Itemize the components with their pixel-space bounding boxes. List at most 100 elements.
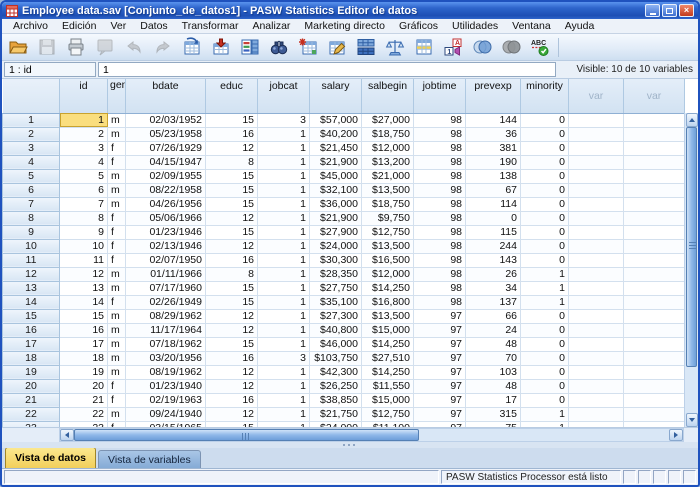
cell[interactable]: $36,000 — [310, 197, 362, 211]
cell[interactable]: 1 — [258, 393, 310, 407]
cell[interactable] — [569, 113, 624, 127]
cell[interactable]: 1 — [258, 379, 310, 393]
cell[interactable]: 98 — [414, 211, 466, 225]
cell[interactable]: 0 — [521, 337, 569, 351]
cell[interactable]: $14,250 — [362, 337, 414, 351]
cell[interactable] — [569, 351, 624, 365]
variables-button[interactable] — [237, 36, 262, 59]
cell[interactable]: $45,000 — [310, 169, 362, 183]
row-number[interactable]: 9 — [3, 225, 60, 239]
cell[interactable] — [569, 253, 624, 267]
cell[interactable]: $15,000 — [362, 393, 414, 407]
cell[interactable]: 10 — [60, 239, 108, 253]
cell[interactable]: $14,250 — [362, 281, 414, 295]
weight-cases-button[interactable] — [382, 36, 407, 59]
cell[interactable]: 02/07/1950 — [126, 253, 206, 267]
cell[interactable] — [569, 337, 624, 351]
cell[interactable]: m — [108, 351, 126, 365]
cell[interactable]: f — [108, 239, 126, 253]
cell[interactable]: $30,300 — [310, 253, 362, 267]
cell[interactable]: 67 — [466, 183, 521, 197]
cell[interactable] — [624, 239, 685, 253]
cell[interactable]: 1 — [521, 421, 569, 428]
cell[interactable]: 1 — [258, 267, 310, 281]
cell[interactable]: 1 — [258, 253, 310, 267]
cell[interactable]: 48 — [466, 337, 521, 351]
menu-analizar[interactable]: Analizar — [245, 19, 297, 33]
cell[interactable]: 15 — [206, 197, 258, 211]
cell[interactable]: 07/26/1929 — [126, 141, 206, 155]
cell[interactable]: m — [108, 183, 126, 197]
cell[interactable]: $27,750 — [310, 281, 362, 295]
cell[interactable]: 3 — [258, 351, 310, 365]
cell[interactable]: 7 — [60, 197, 108, 211]
column-header-var1[interactable]: var — [569, 79, 624, 113]
minimize-button[interactable] — [645, 4, 660, 17]
cell[interactable]: 07/17/1960 — [126, 281, 206, 295]
cell[interactable]: 1 — [258, 169, 310, 183]
cell[interactable] — [624, 169, 685, 183]
hscroll-thumb[interactable] — [74, 429, 419, 441]
row-number[interactable]: 6 — [3, 183, 60, 197]
goto-case-button[interactable] — [179, 36, 204, 59]
cell[interactable]: $9,750 — [362, 211, 414, 225]
column-header-jobcat[interactable]: jobcat — [258, 79, 310, 113]
split-file-button[interactable] — [353, 36, 378, 59]
cell[interactable] — [569, 183, 624, 197]
use-variable-sets-button[interactable] — [469, 36, 494, 59]
cell[interactable] — [624, 309, 685, 323]
row-number[interactable]: 13 — [3, 281, 60, 295]
cell[interactable]: 15 — [206, 281, 258, 295]
cell[interactable]: 12 — [206, 211, 258, 225]
app-icon[interactable] — [6, 5, 18, 17]
cell[interactable]: $12,750 — [362, 407, 414, 421]
selected-cell[interactable]: 1 — [60, 113, 108, 127]
column-header-bdate[interactable]: bdate — [126, 79, 206, 113]
cell[interactable]: 04/15/1947 — [126, 155, 206, 169]
show-all-variables-button[interactable] — [498, 36, 523, 59]
cell[interactable] — [569, 379, 624, 393]
cell[interactable] — [624, 197, 685, 211]
cell[interactable] — [624, 211, 685, 225]
tab-vista-de-variables[interactable]: Vista de variables — [98, 450, 201, 468]
cell[interactable]: 12 — [206, 323, 258, 337]
cell[interactable] — [624, 253, 685, 267]
cell[interactable]: $35,100 — [310, 295, 362, 309]
cell[interactable] — [569, 211, 624, 225]
cell[interactable]: 1 — [258, 295, 310, 309]
cell[interactable]: 15 — [60, 309, 108, 323]
cell[interactable]: 115 — [466, 225, 521, 239]
menu-datos[interactable]: Datos — [133, 19, 174, 33]
cell[interactable] — [624, 281, 685, 295]
cell[interactable] — [624, 127, 685, 141]
cell[interactable]: 97 — [414, 309, 466, 323]
cell[interactable]: $13,200 — [362, 155, 414, 169]
cell[interactable] — [624, 365, 685, 379]
cell[interactable]: 15 — [206, 183, 258, 197]
cell[interactable]: 1 — [258, 309, 310, 323]
cell[interactable]: $27,510 — [362, 351, 414, 365]
scroll-right-button[interactable] — [669, 429, 683, 441]
cell[interactable]: 98 — [414, 155, 466, 169]
insert-variable-button[interactable] — [324, 36, 349, 59]
cell[interactable]: f — [108, 155, 126, 169]
cell[interactable]: f — [108, 225, 126, 239]
cell[interactable]: $21,900 — [310, 155, 362, 169]
cell[interactable] — [624, 155, 685, 169]
cell[interactable]: 190 — [466, 155, 521, 169]
cell[interactable]: $27,300 — [310, 309, 362, 323]
cell[interactable]: 0 — [521, 113, 569, 127]
cell[interactable]: 0 — [521, 127, 569, 141]
cell[interactable]: 1 — [258, 155, 310, 169]
cell[interactable]: 1 — [258, 225, 310, 239]
cell[interactable]: 1 — [258, 281, 310, 295]
cell[interactable]: 98 — [414, 141, 466, 155]
cell[interactable]: 1 — [258, 127, 310, 141]
cell[interactable]: 15 — [206, 295, 258, 309]
cell[interactable]: 381 — [466, 141, 521, 155]
cell[interactable]: 137 — [466, 295, 521, 309]
cell[interactable]: $13,500 — [362, 183, 414, 197]
find-button[interactable] — [266, 36, 291, 59]
cell[interactable]: 12 — [206, 239, 258, 253]
cell[interactable]: 26 — [466, 267, 521, 281]
